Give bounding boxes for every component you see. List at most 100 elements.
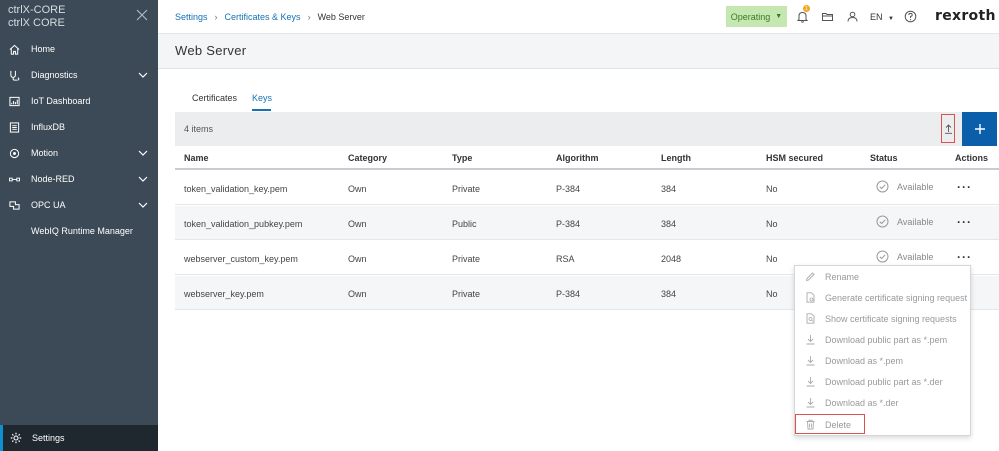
check-circle-icon: [876, 180, 889, 193]
cell-type: Private: [452, 254, 481, 264]
cell-length: 384: [661, 219, 677, 229]
cell-algorithm: RSA: [556, 254, 575, 264]
cell-type: Private: [452, 184, 481, 194]
menu-item-download-public-pem[interactable]: Download public part as *.pem: [795, 329, 970, 350]
help-icon[interactable]: [904, 10, 917, 23]
column-header-length[interactable]: Length: [661, 153, 691, 163]
cell-name: webserver_key.pem: [184, 289, 264, 299]
stethoscope-icon: [10, 70, 20, 81]
cell-category: Own: [348, 289, 367, 299]
sidebar-item-home[interactable]: Home: [0, 36, 158, 62]
breadcrumb-current: Web Server: [317, 12, 365, 22]
sidebar-item-label: Settings: [32, 433, 65, 443]
sidebar-item-opc-ua[interactable]: OPC UA: [0, 192, 158, 218]
sidebar-item-diagnostics[interactable]: Diagnostics: [0, 62, 158, 88]
column-header-type[interactable]: Type: [452, 153, 472, 163]
cell-algorithm: P-384: [556, 289, 581, 299]
column-header-algorithm[interactable]: Algorithm: [556, 153, 599, 163]
status-badge: Available: [876, 215, 933, 228]
menu-item-download-pem[interactable]: Download as *.pem: [795, 350, 970, 371]
sidebar-item-webiq-runtime-manager[interactable]: WebIQ Runtime Manager: [0, 218, 158, 244]
cell-length: 384: [661, 289, 677, 299]
sidebar-item-node-red[interactable]: Node-RED: [0, 166, 158, 192]
row-actions-button[interactable]: ···: [957, 251, 972, 263]
rexroth-logo: rexroth: [935, 8, 996, 24]
breadcrumb-separator-icon: ›: [214, 12, 218, 22]
table-row[interactable]: token_validation_key.pem Own Private P-3…: [175, 171, 999, 205]
chevron-down-icon: [138, 176, 148, 182]
home-icon: [9, 44, 20, 55]
cell-name: token_validation_pubkey.pem: [184, 219, 303, 229]
upload-button[interactable]: [941, 114, 955, 143]
folder-icon[interactable]: [821, 10, 834, 23]
sidebar-item-label: Diagnostics: [31, 70, 78, 80]
breadcrumb-separator-icon: ›: [307, 12, 311, 22]
delete-highlight-frame: [795, 414, 865, 434]
cell-category: Own: [348, 184, 367, 194]
sidebar: ctrlX-CORE ctrlX CORE Home Diagnostics I…: [0, 0, 158, 451]
plus-icon: [974, 124, 985, 134]
language-selector[interactable]: EN ▼: [870, 12, 894, 22]
column-header-hsm-secured[interactable]: HSM secured: [766, 153, 823, 163]
column-header-status[interactable]: Status: [870, 153, 898, 163]
column-header-name[interactable]: Name: [184, 153, 209, 163]
menu-item-label: Download as *.der: [825, 397, 899, 408]
column-header-category[interactable]: Category: [348, 153, 387, 163]
active-tab-indicator: [252, 109, 271, 111]
menu-item-label: Download public part as *.der: [825, 376, 943, 387]
cell-algorithm: P-384: [556, 184, 581, 194]
menu-item-label: Download as *.pem: [825, 355, 904, 366]
gear-icon: [10, 432, 22, 444]
close-icon[interactable]: [136, 9, 148, 21]
upload-icon: [944, 124, 952, 134]
breadcrumb-certificates-keys[interactable]: Certificates & Keys: [225, 12, 301, 22]
tab-keys[interactable]: Keys: [252, 93, 272, 103]
check-circle-icon: [876, 250, 889, 263]
breadcrumb-settings[interactable]: Settings: [175, 12, 208, 22]
cell-category: Own: [348, 219, 367, 229]
notification-badge: 1: [803, 5, 810, 12]
menu-item-label: Download public part as *.pem: [825, 334, 948, 345]
sidebar-item-settings[interactable]: Settings: [0, 425, 158, 451]
table-header: Name Category Type Algorithm Length HSM …: [175, 147, 999, 170]
node-red-icon: [9, 177, 20, 181]
top-bar: Settings › Certificates & Keys › Web Ser…: [158, 0, 999, 34]
database-icon: [9, 121, 20, 133]
status-label: Available: [897, 181, 934, 192]
status-label: Available: [897, 251, 934, 262]
cell-type: Public: [452, 219, 477, 229]
row-actions-button[interactable]: ···: [957, 181, 972, 193]
menu-item-rename[interactable]: Rename: [795, 266, 970, 287]
row-actions-button[interactable]: ···: [957, 216, 972, 228]
user-icon[interactable]: [846, 10, 859, 23]
sidebar-item-motion[interactable]: Motion: [0, 140, 158, 166]
operating-state-button[interactable]: Operating ▼: [726, 6, 787, 27]
download-icon: [806, 377, 815, 387]
menu-item-generate-csr[interactable]: Generate certificate signing request: [795, 287, 970, 308]
status-badge: Available: [876, 250, 933, 263]
tab-certificates[interactable]: Certificates: [192, 93, 237, 103]
breadcrumb: Settings › Certificates & Keys › Web Ser…: [175, 12, 365, 22]
document-search-icon: [806, 313, 815, 324]
cell-type: Private: [452, 289, 481, 299]
menu-item-show-csr[interactable]: Show certificate signing requests: [795, 308, 970, 329]
cell-length: 2048: [661, 254, 682, 264]
table-row[interactable]: token_validation_pubkey.pem Own Public P…: [175, 206, 999, 240]
menu-item-download-der[interactable]: Download as *.der: [795, 392, 970, 413]
sidebar-item-influxdb[interactable]: InfluxDB: [0, 114, 158, 140]
download-icon: [806, 398, 815, 408]
cell-length: 384: [661, 184, 677, 194]
cell-name: webserver_custom_key.pem: [184, 254, 298, 264]
operating-state-label: Operating: [730, 11, 771, 22]
page-title: Web Server: [175, 43, 247, 58]
add-key-button[interactable]: [962, 112, 997, 146]
sidebar-item-label: IoT Dashboard: [31, 96, 91, 106]
sidebar-item-iot-dashboard[interactable]: IoT Dashboard: [0, 88, 158, 114]
chevron-down-icon: [138, 150, 148, 156]
cell-hsm-secured: No: [766, 219, 778, 229]
chevron-down-icon: ▼: [775, 13, 783, 20]
status-label: Available: [897, 216, 934, 227]
menu-item-download-public-der[interactable]: Download public part as *.der: [795, 371, 970, 392]
sidebar-item-label: Motion: [31, 148, 59, 158]
sidebar-item-label: Home: [31, 44, 56, 54]
